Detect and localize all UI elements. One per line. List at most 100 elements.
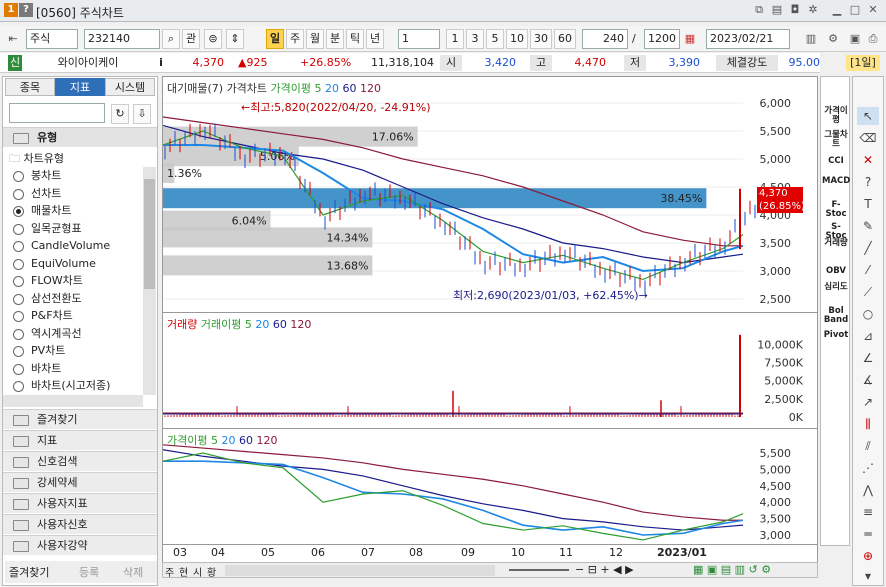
app-badge[interactable]: 1: [4, 3, 18, 17]
gann-icon[interactable]: ∠: [857, 349, 879, 367]
chart-scrollbar[interactable]: [225, 565, 495, 576]
zoom-slider[interactable]: [509, 569, 569, 571]
group-chart-type[interactable]: 🗀 차트유형: [9, 150, 149, 168]
period-minute-button[interactable]: 분: [326, 29, 344, 49]
search-button[interactable]: 관: [182, 29, 200, 49]
nav-current[interactable]: 현: [179, 564, 188, 579]
text-icon[interactable]: T: [857, 195, 879, 213]
channel-icon[interactable]: ⫽: [857, 437, 879, 455]
radio-icon[interactable]: [13, 223, 24, 235]
download-icon[interactable]: ⇩: [133, 104, 151, 124]
camera-icon[interactable]: ◘: [788, 3, 802, 17]
radio-icon[interactable]: [13, 346, 24, 357]
chart-type-item[interactable]: EquiVolume: [13, 255, 96, 273]
search-icon[interactable]: ⌕: [162, 29, 180, 49]
print-icon[interactable]: ▤: [770, 3, 784, 17]
pen-icon[interactable]: ✎: [857, 217, 879, 235]
period-tick-button[interactable]: 틱: [346, 29, 364, 49]
chart-type-item[interactable]: 역시계곡선: [13, 325, 82, 343]
folder-item[interactable]: 지표: [3, 430, 157, 450]
nav-status[interactable]: 황: [207, 564, 216, 579]
code-input[interactable]: 232140: [84, 29, 160, 49]
chart-type-item[interactable]: 바차트(시고저종): [13, 377, 110, 393]
chart-type-item[interactable]: PV차트: [13, 342, 65, 360]
fibo-icon[interactable]: ⊿: [857, 327, 879, 345]
cursor-icon[interactable]: ↖: [857, 107, 879, 125]
tab-stocks[interactable]: 종목: [5, 78, 55, 96]
indicator-button[interactable]: Bol Band: [822, 307, 850, 325]
chart-type-item[interactable]: P&F차트: [13, 307, 73, 325]
chart-type-item[interactable]: 바차트: [13, 360, 61, 378]
settings-icon[interactable]: ✲: [806, 3, 820, 17]
scrollbar-thumb[interactable]: [144, 179, 155, 289]
chart-type-item[interactable]: FLOW차트: [13, 272, 83, 290]
save-icon[interactable]: ▣: [848, 32, 862, 46]
print-icon[interactable]: ⎙: [866, 32, 880, 46]
folder-item[interactable]: 사용자강약: [3, 535, 157, 555]
indicator-button[interactable]: F-Stoc: [822, 201, 850, 219]
radio-icon[interactable]: [13, 363, 24, 375]
indicator-button[interactable]: 거래량: [822, 239, 850, 248]
help-badge[interactable]: ?: [19, 3, 33, 17]
fan-icon[interactable]: ⋰: [857, 459, 879, 477]
chart-type-item[interactable]: 봉차트: [13, 167, 61, 185]
chart-type-item[interactable]: 매물차트: [13, 202, 71, 220]
radio-icon[interactable]: [13, 258, 24, 270]
market-select[interactable]: 주식: [26, 29, 78, 49]
close-icon[interactable]: ✕: [866, 3, 880, 17]
arrow-icon[interactable]: ↗: [857, 393, 879, 411]
trend-icon[interactable]: ⟋: [857, 283, 879, 301]
radio-icon[interactable]: [13, 241, 24, 252]
count-input[interactable]: 240: [582, 29, 628, 49]
section-type[interactable]: 유형: [3, 127, 157, 147]
updown-icon[interactable]: ⇕: [226, 29, 244, 49]
radio-icon[interactable]: [13, 206, 24, 217]
zigzag-icon[interactable]: ⋀: [857, 481, 879, 499]
volume-pane[interactable]: 10,000K 7,500K 5,000K 2,500K 0K 거래량 거래이평 5 2…: [163, 313, 817, 429]
radio-icon[interactable]: [13, 381, 24, 392]
export-icons[interactable]: ▦ ▣ ▤ ▥ ↺ ⚙: [693, 563, 771, 576]
chart-type-item[interactable]: 일목균형표: [13, 220, 82, 238]
interval-1-button[interactable]: 1: [446, 29, 464, 49]
interval-5-button[interactable]: 5: [486, 29, 504, 49]
chart-type-item[interactable]: CandleVolume: [13, 237, 110, 255]
delete-button[interactable]: 삭제: [123, 564, 143, 580]
total-input[interactable]: 1200: [644, 29, 680, 49]
radio-icon[interactable]: [13, 293, 24, 305]
interval-60-button[interactable]: 60: [554, 29, 576, 49]
tab-systems[interactable]: 시스템: [105, 78, 155, 96]
interval-3-button[interactable]: 3: [466, 29, 484, 49]
tab-favorites-bottom[interactable]: 즐겨찾기: [9, 564, 49, 580]
indicator-button[interactable]: OBV: [822, 267, 850, 276]
indicator-button[interactable]: 심리도: [822, 283, 850, 292]
search-input[interactable]: [9, 103, 105, 123]
price-pane[interactable]: 17.06% 5.06% 1.36% 38.45% 6.04% 14.34% 13.68% 6…: [163, 77, 817, 313]
indicator-button[interactable]: CCI: [822, 157, 850, 166]
chart-icon[interactable]: ▥: [804, 32, 818, 46]
all-delete-icon[interactable]: ✕: [857, 151, 879, 169]
calendar-icon[interactable]: ▦: [683, 32, 697, 46]
date-input[interactable]: 2023/02/21: [706, 29, 790, 49]
expand-icon[interactable]: ▾: [857, 567, 879, 585]
zoom-controls-icon[interactable]: − ⊟ + ◀ ▶: [575, 563, 634, 576]
reload-icon[interactable]: ↻: [111, 104, 129, 124]
horizontal-icon[interactable]: ═: [857, 525, 879, 543]
chart-type-item[interactable]: 삼선전환도: [13, 290, 82, 308]
angle-icon[interactable]: ∡: [857, 371, 879, 389]
cycle-icon[interactable]: ⫼: [857, 415, 879, 433]
radio-icon[interactable]: [13, 311, 24, 322]
folder-item[interactable]: 사용자지표: [3, 493, 157, 513]
gear-icon[interactable]: ⚙: [826, 32, 840, 46]
interval-select[interactable]: 1: [398, 29, 440, 49]
auto-icon[interactable]: ⊕: [857, 547, 879, 565]
indicator-button[interactable]: Pivot: [822, 331, 850, 340]
radio-icon[interactable]: [13, 328, 24, 340]
eraser-icon[interactable]: ⌫: [857, 129, 879, 147]
line-icon[interactable]: ╱: [857, 239, 879, 257]
chart-area[interactable]: 17.06% 5.06% 1.36% 38.45% 6.04% 14.34% 13.68% 6…: [162, 76, 818, 576]
maximize-icon[interactable]: □: [848, 3, 862, 17]
info-icon[interactable]: i: [154, 55, 168, 71]
refresh-icon[interactable]: ⊜: [204, 29, 222, 49]
interval-10-button[interactable]: 10: [506, 29, 528, 49]
period-week-button[interactable]: 주: [286, 29, 304, 49]
